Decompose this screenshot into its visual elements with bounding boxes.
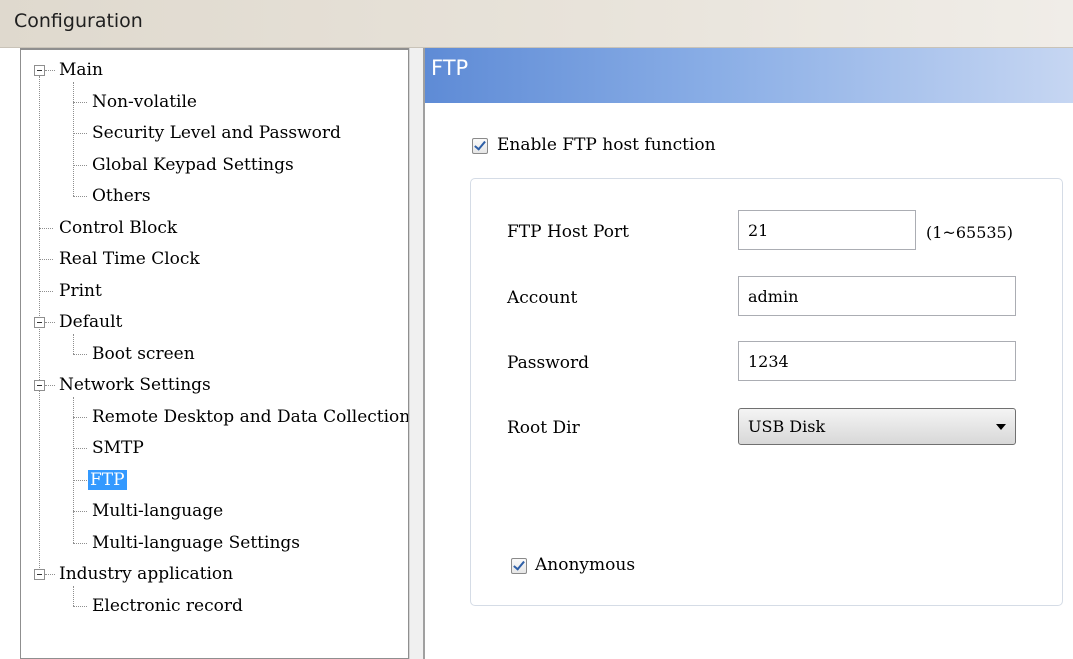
tree-connector	[73, 334, 74, 354]
tree-item-main[interactable]: Main	[57, 56, 105, 84]
tree-connector	[45, 385, 55, 386]
tree-item-multi-language[interactable]: Multi-language	[90, 497, 225, 525]
tree-item-label: Multi-language Settings	[92, 533, 301, 553]
window-titlebar: Configuration	[0, 0, 1073, 48]
tree-item-security-level[interactable]: Security Level and Password	[90, 119, 343, 147]
tree-connector	[73, 102, 87, 103]
port-range-hint: (1~65535)	[926, 223, 1013, 242]
tree-connector	[73, 196, 87, 197]
tree-connector	[73, 133, 87, 134]
tree-item-label: Security Level and Password	[92, 123, 341, 143]
checkmark-icon	[513, 558, 525, 571]
tree-connector	[73, 417, 87, 418]
tree-item-real-time-clock[interactable]: Real Time Clock	[57, 245, 202, 273]
tree-item-label: Real Time Clock	[59, 249, 200, 269]
ftp-port-input[interactable]	[738, 210, 916, 250]
enable-ftp-label[interactable]: Enable FTP host function	[497, 135, 716, 155]
collapse-icon[interactable]	[34, 569, 45, 580]
tree-item-remote-desktop[interactable]: Remote Desktop and Data Collection	[90, 403, 409, 431]
anonymous-checkbox[interactable]	[511, 558, 527, 574]
collapse-icon[interactable]	[34, 65, 45, 76]
tree-item-label: FTP	[87, 469, 128, 491]
tree-connector	[39, 291, 53, 292]
tree-connector	[73, 448, 87, 449]
tree-item-label: Industry application	[59, 564, 234, 584]
tree-connector	[73, 511, 87, 512]
tree-connector	[73, 586, 74, 606]
tree-item-boot-screen[interactable]: Boot screen	[90, 340, 197, 368]
window-title: Configuration	[14, 10, 143, 32]
tree-item-label: Main	[59, 60, 103, 80]
config-tree[interactable]: Main Non-volatile Security Level and Pas…	[20, 48, 409, 659]
tree-item-others[interactable]: Others	[90, 182, 153, 210]
ftp-port-label: FTP Host Port	[507, 222, 629, 242]
tree-item-print[interactable]: Print	[57, 277, 104, 305]
tree-item-ftp[interactable]: FTP	[87, 466, 128, 494]
section-header: FTP	[425, 48, 1073, 103]
tree-connector	[73, 543, 87, 544]
tree-connector	[45, 322, 55, 323]
tree-connector	[73, 606, 87, 607]
checkmark-icon	[474, 138, 486, 151]
section-title: FTP	[431, 56, 469, 80]
tree-item-industry-application[interactable]: Industry application	[57, 560, 235, 588]
tree-connector	[45, 574, 55, 575]
tree-item-label: SMTP	[92, 438, 144, 458]
anonymous-label[interactable]: Anonymous	[535, 555, 635, 575]
password-label: Password	[507, 353, 590, 373]
tree-item-default[interactable]: Default	[57, 308, 124, 336]
tree-item-label: Network Settings	[59, 375, 211, 395]
tree-item-label: Global Keypad Settings	[92, 155, 294, 175]
tree-item-label: Print	[59, 281, 102, 301]
tree-item-multi-language-settings[interactable]: Multi-language Settings	[90, 529, 302, 557]
collapse-icon[interactable]	[34, 380, 45, 391]
tree-connector	[39, 228, 53, 229]
tree-item-network-settings[interactable]: Network Settings	[57, 371, 213, 399]
pane-splitter[interactable]	[409, 48, 425, 659]
password-input[interactable]	[738, 341, 1016, 381]
tree-connector	[45, 70, 55, 71]
tree-item-global-keypad[interactable]: Global Keypad Settings	[90, 151, 296, 179]
root-dir-value: USB Disk	[748, 417, 826, 436]
chevron-down-icon	[996, 424, 1006, 430]
tree-item-smtp[interactable]: SMTP	[90, 434, 146, 462]
tree-connector	[73, 480, 87, 481]
tree-item-non-volatile[interactable]: Non-volatile	[90, 88, 199, 116]
root-dir-select[interactable]: USB Disk	[738, 408, 1016, 445]
enable-ftp-checkbox[interactable]	[472, 138, 488, 154]
tree-connector	[39, 259, 53, 260]
tree-item-control-block[interactable]: Control Block	[57, 214, 179, 242]
tree-item-label: Remote Desktop and Data Collection	[92, 407, 409, 427]
tree-connector	[73, 397, 74, 543]
settings-panel: FTP Enable FTP host function FTP Host Po…	[425, 48, 1073, 659]
tree-item-label: Boot screen	[92, 344, 195, 364]
tree-connector	[73, 165, 87, 166]
tree-item-label: Others	[92, 186, 151, 206]
tree-connector	[73, 354, 87, 355]
tree-item-label: Default	[59, 312, 123, 332]
account-label: Account	[507, 288, 578, 308]
collapse-icon[interactable]	[34, 317, 45, 328]
tree-item-label: Non-volatile	[92, 92, 197, 112]
account-input[interactable]	[738, 276, 1016, 316]
tree-item-label: Electronic record	[92, 596, 243, 616]
tree-item-electronic-record[interactable]: Electronic record	[90, 592, 245, 620]
tree-connector	[73, 82, 74, 196]
tree-item-label: Multi-language	[92, 501, 224, 521]
tree-item-label: Control Block	[59, 218, 178, 238]
root-dir-label: Root Dir	[507, 418, 580, 438]
